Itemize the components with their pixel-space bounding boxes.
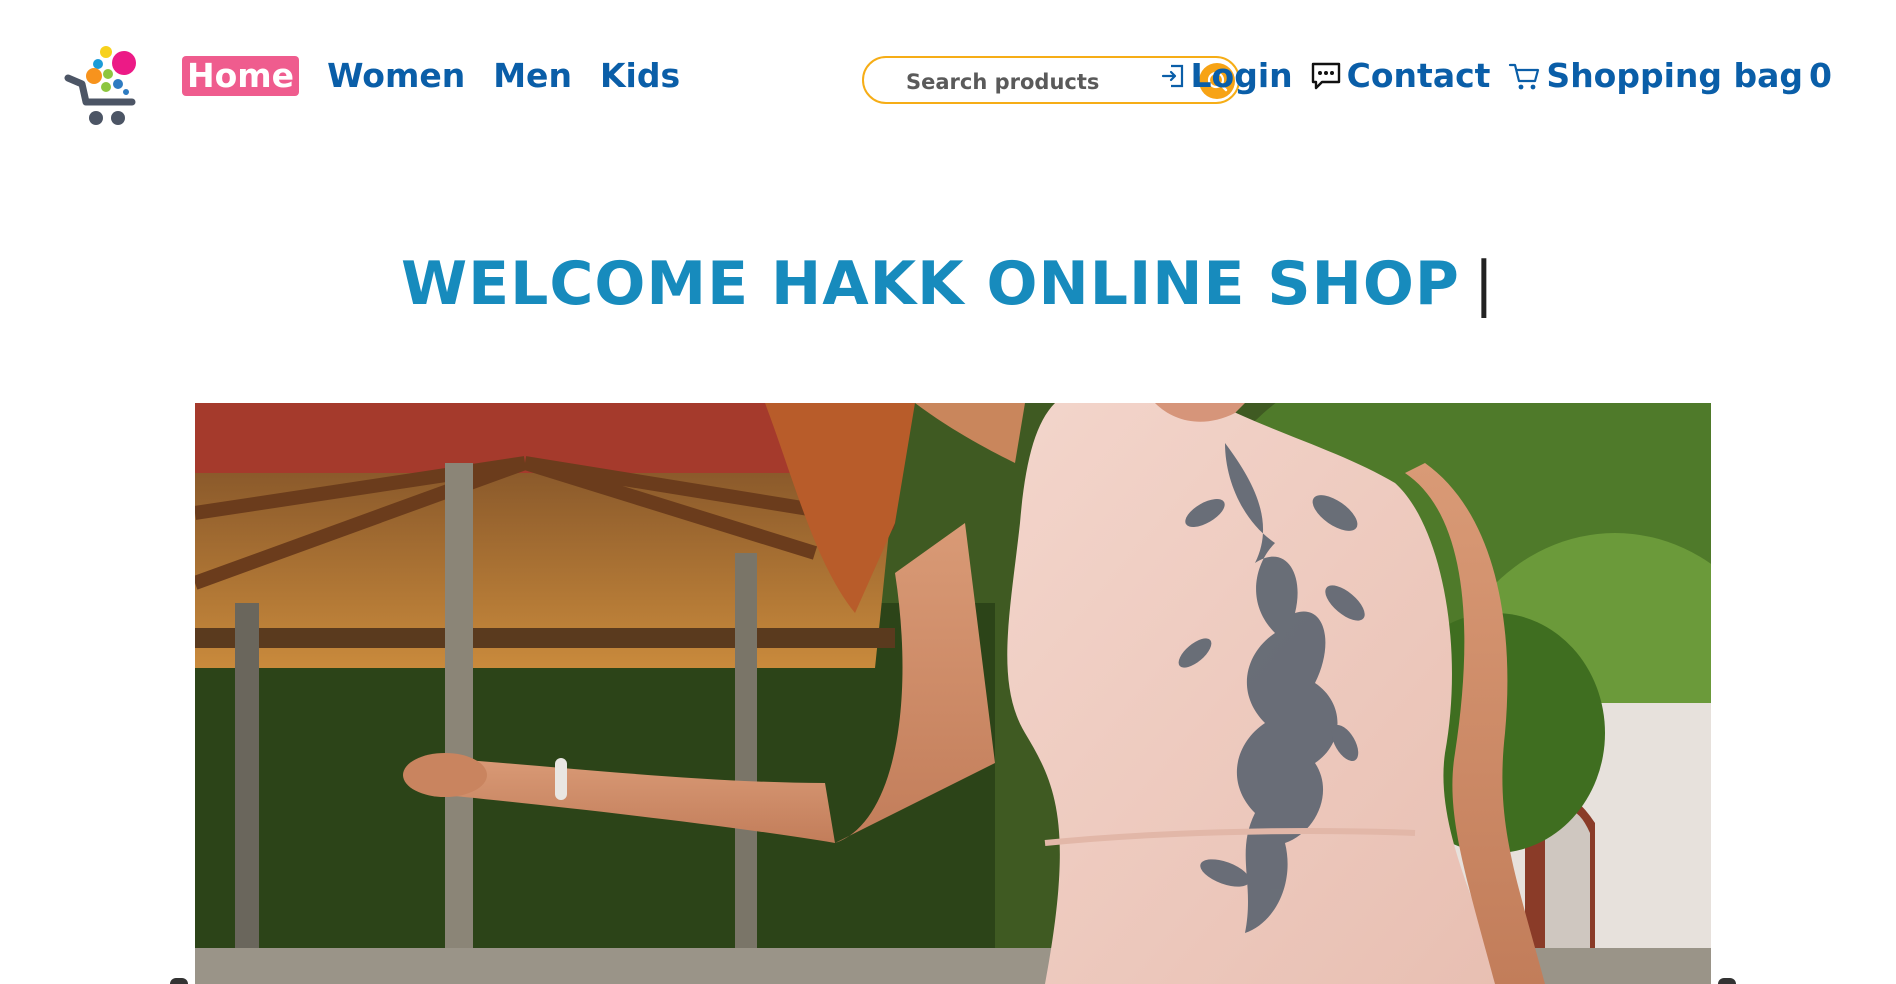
welcome-heading: WELCOME HAKK ONLINE SHOP | (0, 248, 1896, 320)
login-label: Login (1190, 56, 1293, 95)
nav-home[interactable]: Home (182, 56, 300, 96)
hero-photo (195, 403, 1711, 984)
shopping-bag-label: Shopping bag (1546, 56, 1804, 95)
search-input[interactable] (904, 66, 1178, 98)
slider-prev-icon[interactable] (170, 978, 188, 984)
hero-banner-image (195, 403, 1711, 984)
shopping-bag-count: 0 (1809, 56, 1832, 95)
shopping-cart-logo-icon[interactable] (62, 40, 142, 126)
user-nav: Login Contact Shopping bag 0 (1161, 56, 1832, 96)
nav-kids[interactable]: Kids (600, 56, 680, 96)
welcome-text: WELCOME HAKK ONLINE SHOP (400, 249, 1460, 320)
shopping-bag-link[interactable]: Shopping bag 0 (1508, 56, 1832, 96)
shopping-bag-icon (1508, 61, 1540, 91)
nav-women[interactable]: Women (327, 56, 465, 96)
typing-cursor: | (1473, 249, 1496, 320)
site-header: Home Women Men Kids Login (0, 0, 1896, 150)
nav-men[interactable]: Men (493, 56, 572, 96)
slider-next-icon[interactable] (1718, 978, 1736, 984)
login-link[interactable]: Login (1161, 56, 1293, 96)
main-nav: Home Women Men Kids (182, 56, 680, 96)
chat-icon (1311, 62, 1341, 90)
contact-link[interactable]: Contact (1311, 56, 1491, 96)
login-icon (1161, 63, 1185, 89)
contact-label: Contact (1346, 56, 1491, 95)
